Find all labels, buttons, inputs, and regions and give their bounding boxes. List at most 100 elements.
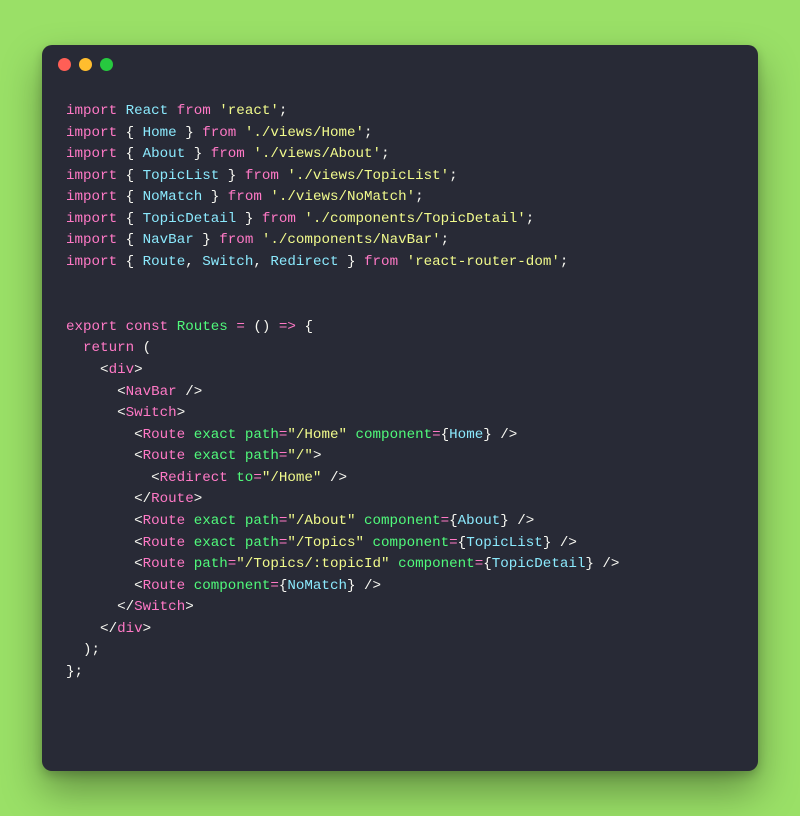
code-token: import [66, 211, 126, 227]
window-titlebar [42, 45, 758, 83]
code-token: > [313, 448, 322, 464]
code-token: { [126, 211, 143, 227]
code-token: div [109, 362, 135, 378]
code-token: { [126, 146, 143, 162]
code-token: ; [381, 146, 390, 162]
code-token: { [458, 535, 467, 551]
code-token: from [245, 168, 288, 184]
code-token: from [364, 254, 407, 270]
code-token: 'react-router-dom' [407, 254, 560, 270]
code-token: './views/Home' [245, 125, 364, 141]
code-token: = [432, 427, 441, 443]
code-token: Route [143, 535, 194, 551]
code-token: { [126, 168, 143, 184]
code-token: path [245, 448, 279, 464]
code-token: Home [143, 125, 186, 141]
code-token: About [143, 146, 194, 162]
code-token: component [364, 513, 441, 529]
code-token: Redirect [270, 254, 347, 270]
code-token: < [66, 405, 126, 421]
code-token: "/Home" [287, 427, 355, 443]
code-token: } [202, 232, 219, 248]
code-token: < [66, 556, 143, 572]
code-token: './components/NavBar' [262, 232, 441, 248]
code-token: from [228, 189, 271, 205]
code-token: import [66, 189, 126, 205]
code-token: ); [66, 642, 100, 658]
code-line: <Redirect to="/Home" /> [66, 468, 734, 490]
code-line: import { About } from './views/About'; [66, 144, 734, 166]
code-token: } [585, 556, 602, 572]
code-token: > [143, 621, 152, 637]
code-token: from [211, 146, 254, 162]
code-token: }; [66, 664, 83, 680]
code-token: < [66, 578, 143, 594]
code-token: = [253, 470, 262, 486]
code-token: } [500, 513, 517, 529]
code-token: ; [364, 125, 373, 141]
code-token: Route [143, 556, 194, 572]
code-token: exact [194, 513, 245, 529]
code-token: Switch [202, 254, 253, 270]
code-token: Route [151, 491, 194, 507]
code-token: > [194, 491, 203, 507]
code-token: { [441, 427, 450, 443]
code-token: < [66, 384, 126, 400]
minimize-icon[interactable] [79, 58, 92, 71]
code-line: <Route path="/Topics/:topicId" component… [66, 554, 734, 576]
code-token: const [126, 319, 177, 335]
code-token: Route [143, 254, 186, 270]
code-line: </Switch> [66, 597, 734, 619]
code-token: NavBar [126, 384, 186, 400]
code-token: /> [500, 427, 517, 443]
close-icon[interactable] [58, 58, 71, 71]
code-token: Switch [126, 405, 177, 421]
code-token: } [194, 146, 211, 162]
code-token: = [441, 513, 450, 529]
code-token: Redirect [160, 470, 237, 486]
code-line: <NavBar /> [66, 382, 734, 404]
code-token: </ [66, 599, 134, 615]
code-token: export [66, 319, 126, 335]
code-line: <Switch> [66, 403, 734, 425]
code-token: Route [143, 513, 194, 529]
code-token: ; [279, 103, 288, 119]
code-token: Routes [177, 319, 237, 335]
code-token: component [356, 427, 433, 443]
code-token: NoMatch [143, 189, 211, 205]
code-token: import [66, 254, 126, 270]
code-token: import [66, 168, 126, 184]
code-line: import { Home } from './views/Home'; [66, 123, 734, 145]
code-line: <Route exact path="/About" component={Ab… [66, 511, 734, 533]
code-token: > [134, 362, 143, 378]
code-token: exact [194, 535, 245, 551]
code-line [66, 274, 734, 296]
code-token: { [126, 125, 143, 141]
code-token: Switch [134, 599, 185, 615]
maximize-icon[interactable] [100, 58, 113, 71]
code-line: <Route exact path="/Home" component={Hom… [66, 425, 734, 447]
code-token: </ [66, 621, 117, 637]
code-token: } [347, 254, 364, 270]
code-token: , [253, 254, 270, 270]
code-line: ); [66, 640, 734, 662]
code-token: "/About" [287, 513, 364, 529]
code-line: import { TopicList } from './views/Topic… [66, 166, 734, 188]
code-token: exact [194, 448, 245, 464]
code-token: { [126, 254, 143, 270]
code-token: < [66, 535, 143, 551]
code-token: ; [415, 189, 424, 205]
code-token: /> [185, 384, 202, 400]
code-token: => [279, 319, 305, 335]
code-token: exact [194, 427, 245, 443]
code-token: < [66, 513, 143, 529]
code-token: { [304, 319, 313, 335]
code-token: TopicList [466, 535, 543, 551]
code-token: } [245, 211, 262, 227]
code-token: NavBar [143, 232, 203, 248]
code-token: ; [560, 254, 569, 270]
code-line: </Route> [66, 489, 734, 511]
code-token: </ [66, 491, 151, 507]
code-token: /> [517, 513, 534, 529]
code-line: import { TopicDetail } from './component… [66, 209, 734, 231]
